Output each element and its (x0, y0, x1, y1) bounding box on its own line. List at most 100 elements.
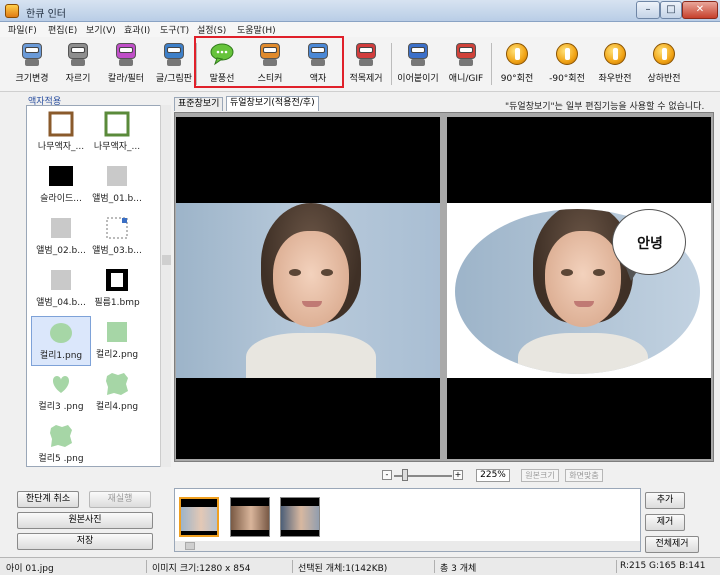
frame-thumbnail[interactable]: 앨범_01.b... (87, 160, 147, 210)
film-thumb-1[interactable] (179, 497, 219, 537)
frame-thumbnail-label: 컬리4.png (95, 402, 139, 412)
frame-thumbnail-label: 앨범_04.b... (36, 298, 86, 308)
highlight-box (194, 36, 344, 88)
filmstrip (174, 488, 641, 552)
frame-thumbnail[interactable]: 슬라이드... (31, 160, 91, 210)
filmstrip-scrollbar[interactable] (175, 541, 640, 551)
zoom-bar: - + 225% 원본크기 화면맞춤 (380, 469, 620, 483)
title-bar: 한큐 인터 – □ ✕ (0, 0, 720, 22)
green-blob-icon (48, 320, 74, 346)
rotate-90-icon (504, 41, 530, 67)
film-icon (104, 267, 130, 293)
toolbar-button-label: 90°회전 (500, 74, 534, 84)
frame-thumbnail[interactable]: 컬리4.png (87, 368, 147, 418)
frame-thumbnail-label: 앨범_03.b... (92, 246, 142, 256)
tab-dual-view[interactable]: 듀얼창보기(적용전/후) (226, 96, 319, 111)
eye-shape (289, 269, 301, 276)
shirt-shape (518, 333, 648, 374)
redo-button[interactable]: 재실행 (89, 491, 151, 508)
menu-file[interactable]: 파일(F) (8, 23, 37, 36)
frame-thumbnail-label: 슬라이드... (40, 194, 82, 204)
undo-button[interactable]: 한단계 취소 (17, 491, 79, 508)
maximize-button[interactable]: □ (660, 1, 682, 19)
toolbar-button-label: 애니/GIF (448, 74, 484, 84)
minimize-button[interactable]: – (636, 1, 660, 19)
remove-button[interactable]: 제거 (645, 514, 685, 531)
frame-thumbnail-label: 앨범_02.b... (36, 246, 86, 256)
green-square-icon (104, 319, 130, 345)
status-total: 총 3 개체 (440, 564, 477, 574)
zoom-value: 225% (476, 469, 510, 482)
green-frame-icon (104, 111, 130, 137)
toolbar-flip-horizontal-button[interactable]: 좌우반전 (587, 41, 643, 89)
preview-area: 안녕 (174, 112, 714, 462)
mouth-shape (302, 301, 322, 307)
film-photo (281, 506, 319, 530)
frame-thumbnail[interactable]: 앨범_03.b... (87, 212, 147, 262)
zoom-slider-knob[interactable] (402, 469, 408, 481)
scrollbar-knob[interactable] (162, 255, 171, 265)
frame-thumbnail[interactable]: 컬리1.png (31, 316, 91, 366)
zoom-out-button[interactable]: - (382, 470, 392, 480)
toolbar-gif-button[interactable]: 애니/GIF (438, 41, 494, 89)
green-rough-icon (48, 423, 74, 449)
frame-thumbnail[interactable]: 나무액자_... (31, 108, 91, 158)
menu-view[interactable]: 보기(V) (86, 23, 116, 36)
frame-thumbnail[interactable]: 컬리3 .png (31, 368, 91, 418)
save-button[interactable]: 저장 (17, 533, 153, 550)
frame-thumbnail[interactable]: 앨범_02.b... (31, 212, 91, 262)
frame-thumbnail-label: 나무액자_... (37, 142, 85, 152)
fit-screen-button[interactable]: 화면맞춤 (565, 469, 603, 482)
status-image-size: 이미지 크기:1280 x 854 (152, 564, 251, 574)
eye-shape (593, 269, 605, 276)
framed-photo: 안녕 (447, 203, 711, 378)
face-shape (273, 231, 349, 327)
frame-thumbnail[interactable]: 필름1.bmp (87, 264, 147, 314)
zoom-in-button[interactable]: + (453, 470, 463, 480)
frame-thumbnail[interactable]: 컬리5 .png (31, 420, 91, 466)
film-thumb-3[interactable] (280, 497, 320, 537)
menu-tools[interactable]: 도구(T) (160, 23, 189, 36)
merge-robot-icon (405, 41, 431, 67)
scrollbar-knob[interactable] (185, 542, 195, 550)
eye-shape (321, 269, 333, 276)
menu-edit[interactable]: 편집(E) (48, 23, 77, 36)
wood-frame-icon (48, 111, 74, 137)
flip-horizontal-icon (602, 41, 628, 67)
flip-vertical-icon (651, 41, 677, 67)
speech-bubble[interactable]: 안녕 (612, 209, 686, 275)
frame-thumbnail[interactable]: 컬리2.png (87, 316, 147, 366)
frame-thumbnail[interactable]: 앨범_04.b... (31, 264, 91, 314)
dotted-square-icon (104, 215, 130, 241)
toolbar-rotate-90-button[interactable]: 90°회전 (489, 41, 545, 89)
green-rough-icon (104, 371, 130, 397)
status-filename: 아이 01.jpg (6, 564, 54, 574)
toolbar-button-label: 상하반전 (647, 74, 681, 84)
mouth-shape (574, 301, 594, 307)
thumbnail-scrollbar[interactable] (160, 105, 171, 467)
shirt-shape (246, 333, 376, 378)
menu-settings[interactable]: 설정(S) (197, 23, 226, 36)
original-size-button[interactable]: 원본크기 (521, 469, 559, 482)
menu-help[interactable]: 도움말(H) (237, 23, 276, 36)
original-photo-button[interactable]: 원본사진 (17, 512, 153, 529)
toolbar-red-eye-button[interactable]: 적목제거 (338, 41, 394, 89)
frame-thumbnail[interactable]: 나무액자_... (87, 108, 147, 158)
remove-all-button[interactable]: 전체제거 (645, 536, 699, 553)
frame-thumbnail-label: 앨범_01.b... (92, 194, 142, 204)
frame-thumbnail-label: 컬리5 .png (38, 454, 84, 464)
black-square-icon (48, 163, 74, 189)
green-heart-icon (48, 371, 74, 397)
film-thumb-2[interactable] (230, 497, 270, 537)
rotate-minus-90-icon (554, 41, 580, 67)
toolbar-flip-vertical-button[interactable]: 상하반전 (636, 41, 692, 89)
menu-effect[interactable]: 효과(I) (124, 23, 150, 36)
tab-standard-view[interactable]: 표준창보기 (174, 97, 224, 111)
status-separator (146, 560, 147, 573)
add-button[interactable]: 추가 (645, 492, 685, 509)
frame-thumbnail-list: 나무액자_... 나무액자_... 슬라이드... 앨범_01.b... 앨범_02.b… (26, 105, 171, 467)
frame-thumbnail-label: 컬리3 .png (38, 402, 84, 412)
status-rgb: R:215 G:165 B:141 (620, 561, 706, 571)
frame-thumbnail-label: 필름1.bmp (94, 298, 140, 308)
close-button[interactable]: ✕ (682, 1, 718, 19)
